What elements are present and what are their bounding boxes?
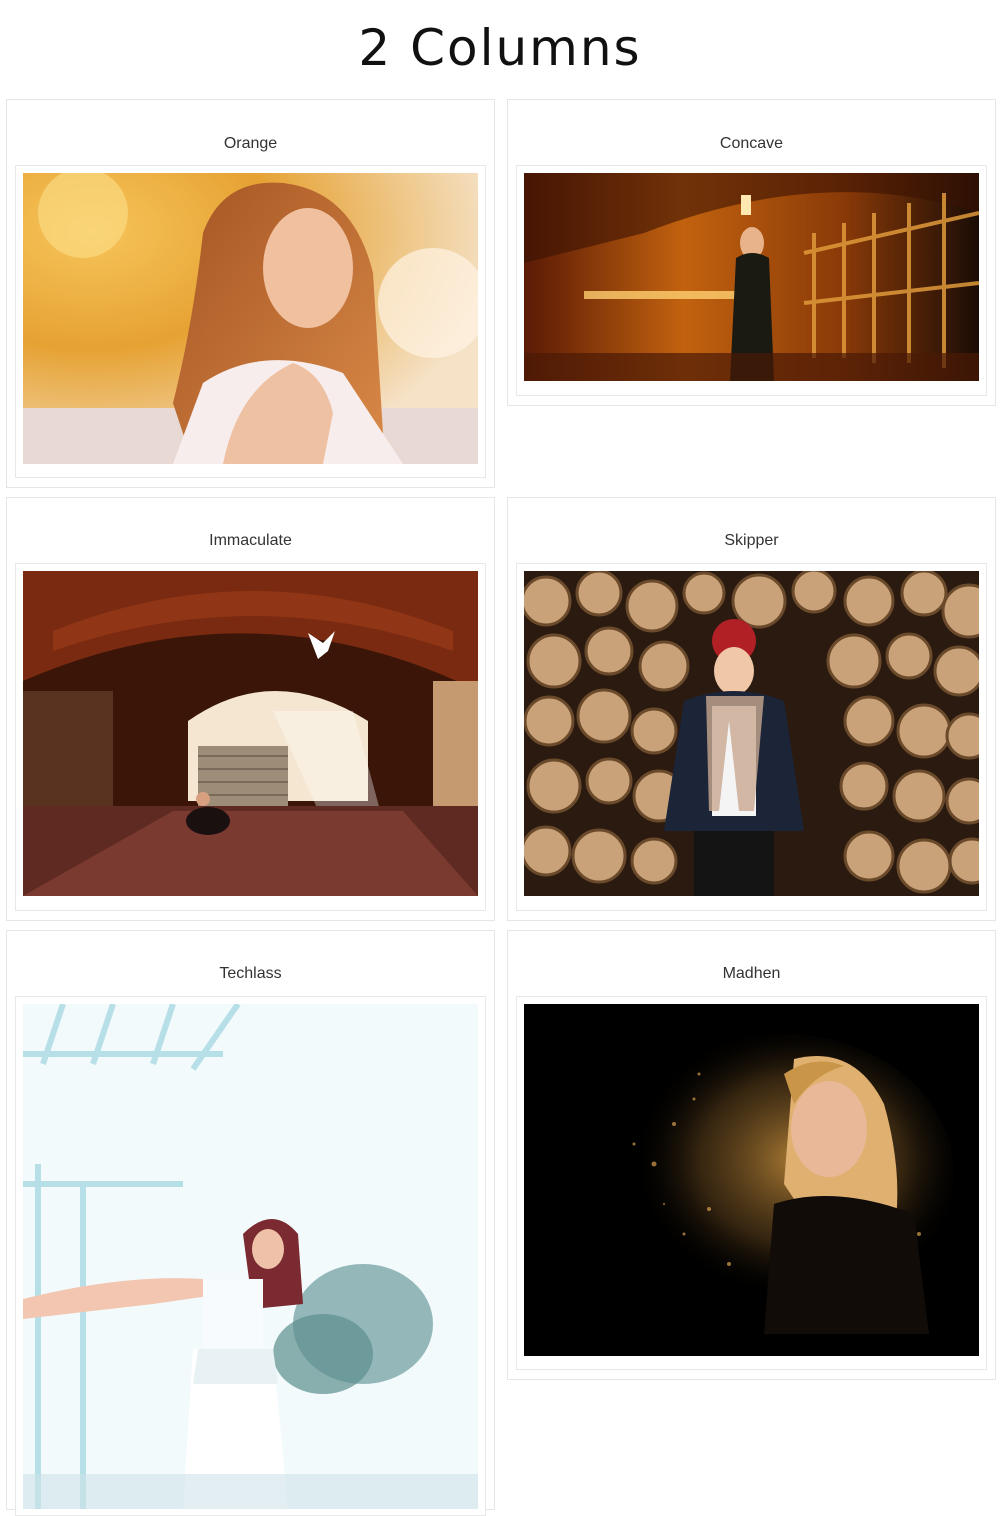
gallery-image[interactable] [23, 571, 478, 896]
gallery-card-madhen[interactable]: Madhen [507, 930, 996, 1380]
page-title: 2 Columns [358, 19, 642, 77]
card-title: Concave [719, 135, 784, 152]
gallery-image[interactable] [23, 173, 478, 464]
gallery-image[interactable] [524, 571, 979, 896]
gallery-image[interactable] [524, 173, 979, 381]
card-title: Techlass [219, 965, 282, 982]
gallery-card-techlass[interactable]: Techlass [6, 930, 495, 1516]
gallery-image[interactable] [23, 1004, 478, 1509]
gallery-card-concave[interactable]: Concave [507, 99, 996, 406]
image-frame [516, 996, 987, 1370]
card-title: Immaculate [209, 532, 292, 549]
gallery-card-skipper[interactable]: Skipper [507, 497, 996, 921]
image-frame [516, 165, 987, 396]
card-title: Skipper [724, 532, 779, 549]
gallery-card-orange[interactable]: Orange [6, 99, 495, 488]
card-title: Orange [223, 135, 278, 152]
card-title: Madhen [722, 965, 781, 982]
gallery-image[interactable] [524, 1004, 979, 1356]
image-frame [516, 563, 987, 911]
image-frame [15, 563, 486, 911]
image-frame [15, 165, 486, 478]
gallery-card-immaculate[interactable]: Immaculate [6, 497, 495, 921]
image-frame [15, 996, 486, 1516]
